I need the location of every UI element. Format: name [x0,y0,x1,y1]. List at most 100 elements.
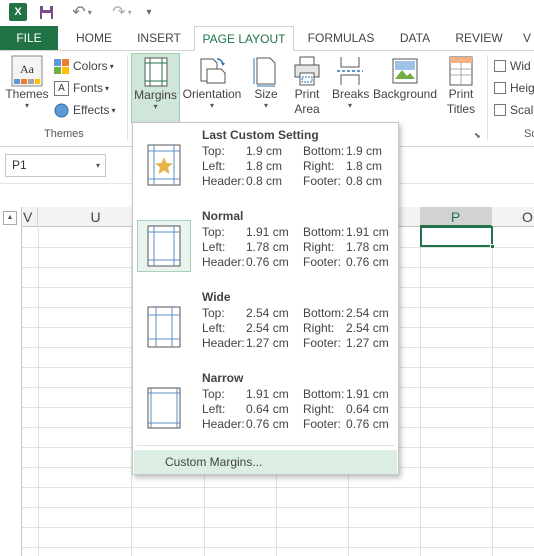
margins-button[interactable]: Margins ▾ [131,53,180,123]
save-icon[interactable] [38,3,54,21]
print-titles-icon [449,56,473,86]
excel-logo-icon[interactable]: X [9,3,27,21]
margin-field-value: 0.76 cm [246,255,289,269]
chevron-down-icon: ▾ [24,101,29,110]
margin-values-row: Header: 1.27 cm Footer: 1.27 cm [202,336,392,351]
breaks-button[interactable]: Breaks ▾ [332,53,369,123]
size-button[interactable]: Size ▾ [250,53,282,123]
margin-field-value: 1.91 cm [346,387,389,401]
margin-field-value: 0.64 cm [346,402,389,416]
margin-field-label: Bottom: [303,306,345,320]
print-area-button[interactable]: Print Area [289,53,325,123]
scale-width-control[interactable]: Wid [494,56,531,76]
margin-field-label: Footer: [303,417,342,431]
margin-field-label: Bottom: [303,144,345,158]
scroll-up-arrow-icon[interactable]: ▲ [3,211,17,225]
margin-field-value: 1.91 cm [346,225,389,239]
margin-option-narrow[interactable]: Narrow Top: 1.91 cm Bottom: 1.91 cm Left: 0… [133,366,398,446]
orientation-label: Orientation [182,87,242,101]
group-separator [487,55,488,141]
margin-field-label: Bottom: [303,225,345,239]
margin-values-row: Left: 1.78 cm Right: 1.78 cm [202,240,392,255]
margin-field-value: 1.78 cm [346,240,389,254]
colors-button[interactable]: Colors ▾ [54,56,114,76]
chevron-down-icon: ▾ [347,101,352,110]
name-box[interactable]: P1 ▾ [5,154,106,177]
margin-option-wide[interactable]: Wide Top: 2.54 cm Bottom: 2.54 cm Left: 2.5… [133,285,398,365]
margin-field-value: 0.64 cm [246,402,289,416]
margin-field-label: Footer: [303,255,342,269]
fonts-button[interactable]: A Fonts ▾ [54,78,109,98]
margin-option-title: Normal [202,209,244,223]
effects-label: Effects [73,103,110,117]
group-separator [127,55,128,141]
orientation-button[interactable]: Orientation ▾ [181,53,243,123]
fill-handle[interactable] [490,244,495,249]
margin-field-label: Right: [303,159,335,173]
tab-home[interactable]: HOME [66,26,122,51]
margin-option-normal[interactable]: Normal Top: 1.91 cm Bottom: 1.91 cm Left: 1… [133,204,398,284]
scale-width-label: Wid [510,59,531,73]
chevron-down-icon[interactable]: ▾ [96,155,100,176]
width-icon [494,60,506,72]
breaks-icon [337,57,363,85]
tab-data[interactable]: DATA [390,26,440,51]
tab-view[interactable]: V [520,26,534,51]
tab-review[interactable]: REVIEW [450,26,508,51]
tab-insert[interactable]: INSERT [131,26,187,51]
margin-field-label: Bottom: [303,387,345,401]
margin-option-last-custom[interactable]: Last Custom Setting Top: 1.9 cm Bottom: 1.… [133,123,398,203]
column-header-o[interactable]: O [492,207,534,227]
themes-button[interactable]: Aa Themes ▾ [4,53,50,123]
vertical-scrollbar[interactable]: ▲ [0,207,22,556]
print-titles-button[interactable]: Print Titles [441,53,481,123]
margin-field-label: Left: [202,321,226,335]
margin-values-row: Top: 1.9 cm Bottom: 1.9 cm [202,144,392,159]
background-button[interactable]: Background [372,53,438,123]
margin-preview-wide [137,301,191,353]
menu-separator [137,445,395,446]
fonts-icon: A [54,80,69,96]
background-icon [392,58,418,84]
redo-icon[interactable]: ↷ ▾ [108,3,136,21]
scale-group-label: Sc [524,128,534,140]
margin-field-label: Left: [202,402,226,416]
scale-height-label: Heig [510,81,534,95]
themes-thumb-text: Aa [20,62,35,76]
undo-icon[interactable]: ↶ ▾ [68,3,96,21]
page-setup-dialog-launcher-icon[interactable]: ⬊ [474,131,481,140]
margin-field-value: 2.54 cm [346,306,389,320]
margin-values-row: Left: 0.64 cm Right: 0.64 cm [202,402,392,417]
scale-percent-control[interactable]: Scal [494,100,533,120]
page-margins-icon [147,387,181,429]
orientation-icon [200,58,226,84]
margins-label: Margins [134,88,177,102]
quick-access-toolbar: X ↶ ▾ ↷ ▾ ▾ [0,0,534,24]
column-header-p[interactable]: P [420,207,492,227]
margin-field-value: 1.9 cm [346,144,383,158]
margin-values-row: Left: 1.8 cm Right: 1.8 cm [202,159,392,174]
tab-page-layout[interactable]: PAGE LAYOUT [194,26,294,51]
column-header-v[interactable]: V [22,207,38,227]
fonts-label: Fonts [73,81,104,95]
effects-button[interactable]: Effects ▾ [54,100,115,120]
chevron-down-icon: ▾ [209,101,214,110]
margin-field-label: Header: [202,336,245,350]
margin-field-value: 1.78 cm [246,240,289,254]
customize-toolbar-icon[interactable]: ▾ [143,3,155,21]
tab-formulas[interactable]: FORMULAS [302,26,380,51]
margin-field-label: Top: [202,306,225,320]
margin-field-value: 2.54 cm [346,321,389,335]
scale-height-control[interactable]: Heig [494,78,534,98]
margin-preview-last-custom [137,139,191,191]
height-icon [494,82,506,94]
selected-cell-p1[interactable] [420,226,495,249]
print-area-label-line1: Print [294,87,320,101]
background-label: Background [372,87,438,101]
row-gridline [22,547,534,548]
print-area-label-line2: Area [294,102,320,116]
custom-margins-menu-item[interactable]: Custom Margins... [134,450,397,474]
tab-file[interactable]: FILE [0,26,58,51]
margin-field-label: Left: [202,159,226,173]
margin-field-label: Left: [202,240,226,254]
